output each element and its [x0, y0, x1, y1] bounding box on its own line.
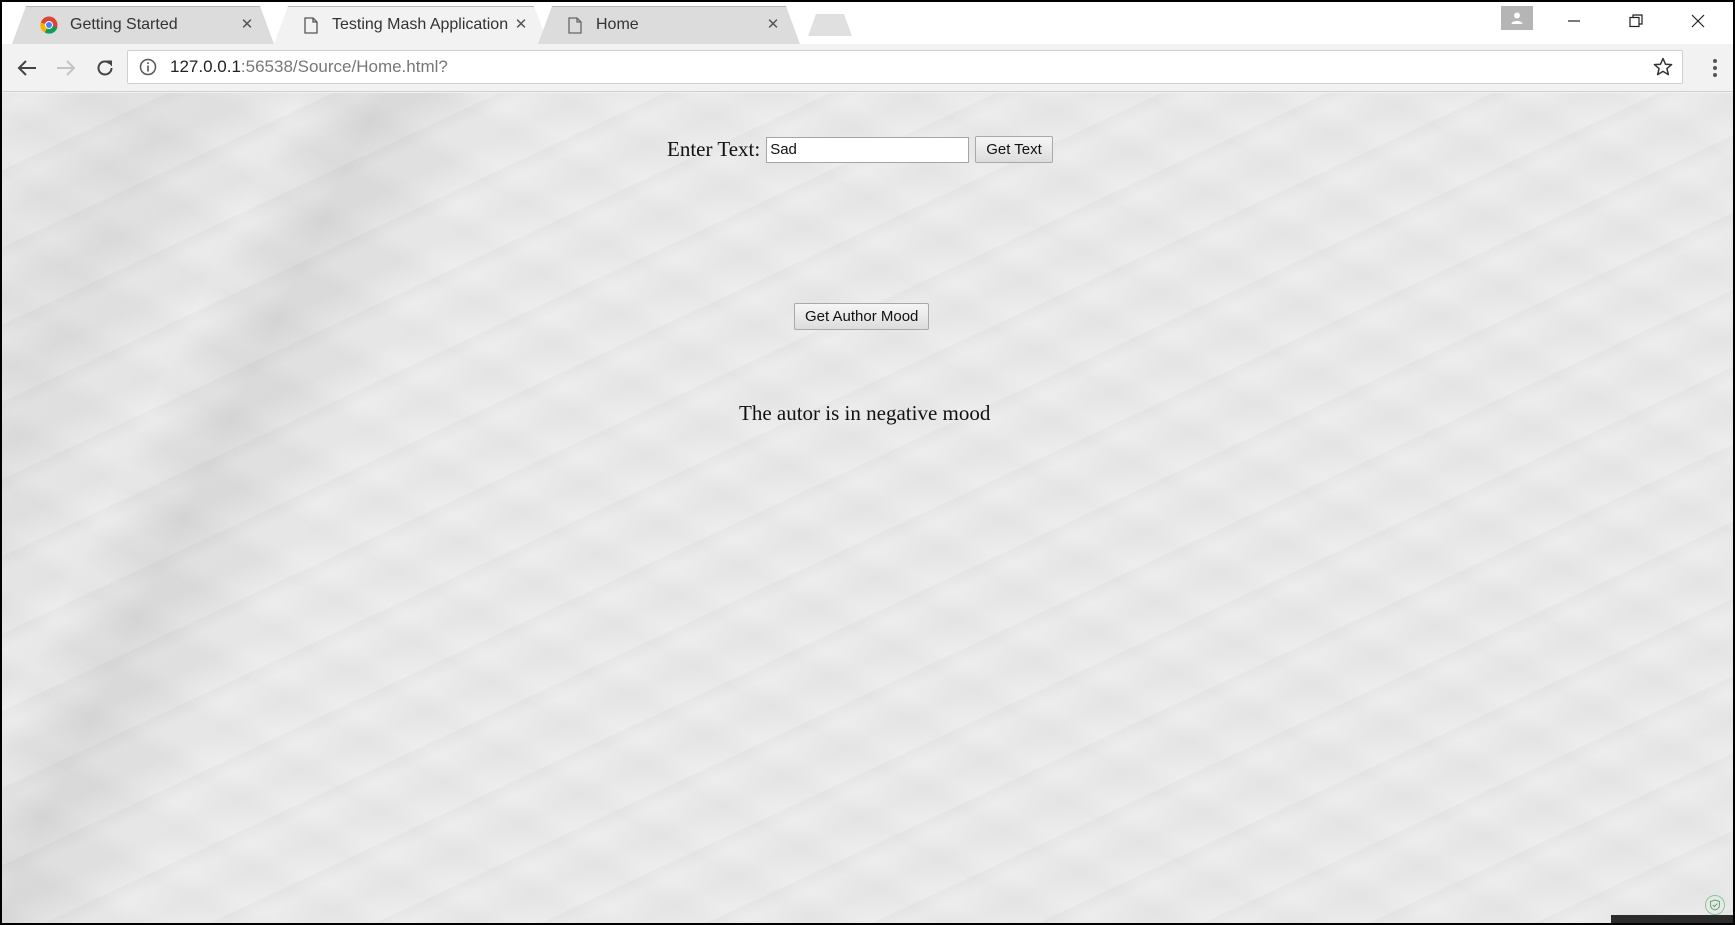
tab-strip: Getting Started ✕ Testing Mash Applicati… [2, 2, 1733, 44]
new-tab-button[interactable] [808, 14, 852, 36]
back-arrow-icon[interactable] [12, 54, 42, 82]
info-icon[interactable] [138, 57, 158, 77]
tab-title: Testing Mash Application [332, 16, 509, 33]
chrome-logo-icon [40, 16, 58, 34]
mood-result-text: The autor is in negative mood [739, 401, 991, 425]
page-icon [302, 16, 320, 34]
url-host: 127.0.0.1 [170, 57, 241, 76]
close-tab-icon[interactable]: ✕ [512, 15, 530, 33]
tab-home[interactable]: Home ✕ [538, 6, 800, 44]
tab-title: Getting Started [70, 16, 178, 33]
page-icon [566, 16, 584, 34]
taskbar-edge [1611, 915, 1733, 923]
reload-icon[interactable] [90, 54, 120, 82]
bookmark-star-icon[interactable] [1652, 56, 1674, 78]
url-text: 127.0.0.1:56538/Source/Home.html? [170, 57, 448, 77]
shield-check-icon [1705, 895, 1725, 915]
close-window-icon[interactable] [1673, 6, 1723, 36]
forward-arrow-icon[interactable] [51, 54, 81, 82]
browser-window: Getting Started ✕ Testing Mash Applicati… [2, 2, 1733, 923]
tab-testing-mash[interactable]: Testing Mash Application ✕ [274, 6, 548, 44]
get-author-mood-button[interactable]: Get Author Mood [794, 303, 930, 330]
enter-text-label: Enter Text: [667, 137, 761, 161]
minimize-icon[interactable] [1549, 6, 1599, 36]
tab-title: Home [596, 16, 639, 33]
text-input[interactable] [766, 136, 970, 163]
get-text-button[interactable]: Get Text [975, 136, 1053, 163]
close-tab-icon[interactable]: ✕ [764, 15, 782, 33]
url-path: :56538/Source/Home.html? [240, 57, 448, 76]
browser-toolbar: 127.0.0.1:56538/Source/Home.html? [2, 44, 1733, 92]
menu-dots-icon[interactable] [1707, 56, 1723, 80]
tab-getting-started[interactable]: Getting Started ✕ [12, 6, 274, 44]
close-tab-icon[interactable]: ✕ [238, 15, 256, 33]
profile-icon[interactable] [1501, 6, 1533, 30]
page-viewport: Enter Text: Get Text Get Author Mood The… [2, 93, 1733, 923]
restore-icon[interactable] [1611, 6, 1661, 36]
address-bar[interactable]: 127.0.0.1:56538/Source/Home.html? [127, 50, 1683, 84]
text-entry-row: Enter Text: Get Text [667, 136, 1053, 163]
